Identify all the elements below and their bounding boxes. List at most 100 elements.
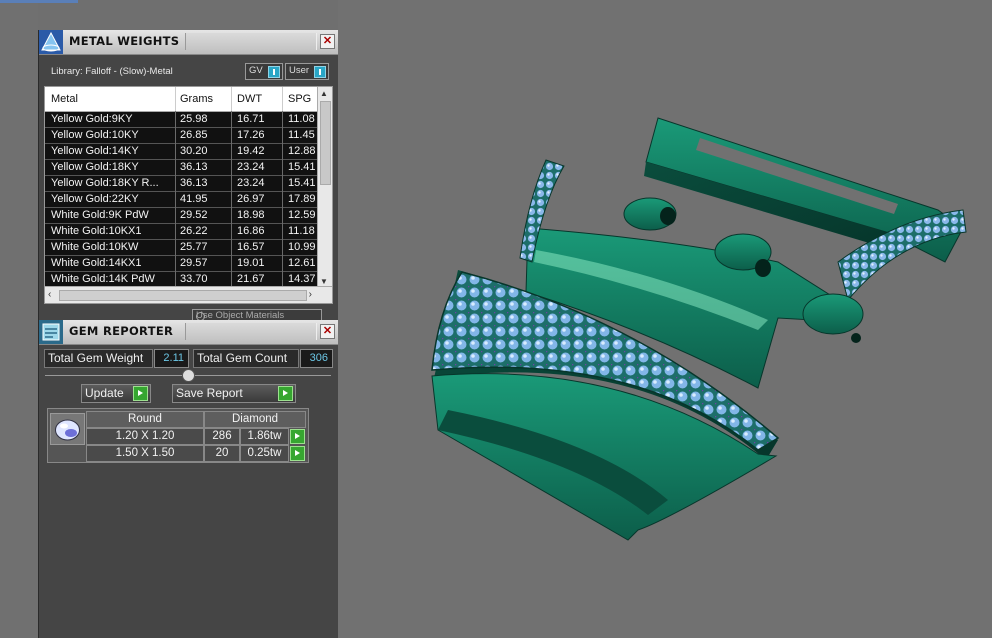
user-toggle[interactable]: User — [285, 63, 329, 80]
spg-value: 11.08 — [288, 113, 315, 125]
gem-row-count: 20 — [204, 445, 240, 462]
metal-name: White Gold:9K PdW — [51, 209, 149, 221]
metal-row[interactable]: White Gold:10KX1 26.22 16.86 11.18 — [45, 223, 317, 240]
col-header-spg[interactable]: SPG — [288, 93, 311, 105]
jewelry-model[interactable] — [338, 0, 992, 638]
cell-divider — [282, 223, 283, 239]
cell-divider — [231, 255, 232, 271]
cell-divider — [175, 159, 176, 175]
column-divider[interactable] — [282, 87, 283, 111]
metal-row[interactable]: Yellow Gold:18KY R... 36.13 23.24 15.41 — [45, 175, 317, 192]
grams-value: 30.20 — [180, 145, 208, 157]
spg-value: 14.37 — [288, 273, 316, 285]
cell-divider — [282, 207, 283, 223]
titlebar-grip[interactable] — [185, 323, 317, 340]
cell-divider — [282, 191, 283, 207]
gv-toggle-label: GV — [249, 65, 263, 76]
cell-divider — [175, 239, 176, 255]
gem-reporter-titlebar[interactable]: GEM REPORTER ✕ — [39, 320, 339, 345]
col-header-metal[interactable]: Metal — [51, 93, 78, 105]
dwt-value: 23.24 — [237, 161, 265, 173]
cell-divider — [282, 159, 283, 175]
metal-row[interactable]: White Gold:10KW 25.77 16.57 10.99 — [45, 239, 317, 256]
metal-row[interactable]: Yellow Gold:18KY 36.13 23.24 15.41 — [45, 159, 317, 176]
metal-weights-titlebar[interactable]: METAL WEIGHTS ✕ — [39, 30, 339, 55]
cell-divider — [231, 239, 232, 255]
close-icon[interactable]: ✕ — [320, 324, 335, 339]
go-arrow-icon[interactable] — [133, 386, 148, 401]
vertical-scroll-thumb[interactable] — [320, 101, 331, 185]
metal-row[interactable]: Yellow Gold:10KY 26.85 17.26 11.45 — [45, 127, 317, 144]
dwt-value: 18.98 — [237, 209, 265, 221]
horizontal-scroll-thumb[interactable] — [59, 290, 307, 301]
hinge-hole — [660, 207, 676, 225]
dwt-value: 19.42 — [237, 145, 265, 157]
metal-row[interactable]: White Gold:9K PdW 29.52 18.98 12.59 — [45, 207, 317, 224]
scroll-left-icon[interactable]: ‹ — [48, 289, 51, 300]
cell-divider — [175, 191, 176, 207]
scroll-down-icon[interactable]: ▼ — [320, 277, 328, 286]
cell-divider — [175, 223, 176, 239]
col-header-grams[interactable]: Grams — [180, 93, 213, 105]
gem-row-weight: 0.25tw — [240, 445, 289, 462]
3d-viewport[interactable] — [338, 0, 992, 638]
save-report-button[interactable]: Save Report — [172, 384, 296, 403]
metal-weights-panel: METAL WEIGHTS ✕ Library: Falloff - (Slow… — [38, 30, 340, 324]
round-gem-icon[interactable] — [50, 413, 85, 445]
dwt-value: 19.01 — [237, 257, 265, 269]
hinge-hole — [755, 259, 771, 277]
gem-row-size: 1.20 X 1.20 — [86, 428, 204, 445]
go-arrow-icon[interactable] — [278, 386, 293, 401]
metal-row[interactable]: Yellow Gold:22KY 41.95 26.97 17.89 — [45, 191, 317, 208]
cell-divider — [175, 175, 176, 191]
column-divider[interactable] — [175, 87, 176, 111]
close-icon[interactable]: ✕ — [320, 34, 335, 49]
metal-name: White Gold:10KW — [51, 241, 139, 253]
hinge-barrel — [802, 293, 864, 335]
gem-reporter-title: GEM REPORTER — [69, 324, 174, 338]
grams-value: 33.70 — [180, 273, 208, 285]
cell-divider — [282, 111, 283, 127]
metal-weights-title: METAL WEIGHTS — [69, 34, 180, 48]
total-gem-weight-value: 2.11 — [154, 349, 189, 368]
spg-value: 12.88 — [288, 145, 316, 157]
gem-count-text: 286 — [212, 430, 232, 442]
go-arrow-icon[interactable] — [290, 446, 305, 461]
cell-divider — [175, 127, 176, 143]
total-gem-count-value: 306 — [300, 349, 333, 368]
gv-toggle[interactable]: GV — [245, 63, 283, 80]
metal-row[interactable]: White Gold:14KX1 29.57 19.01 12.61 — [45, 255, 317, 272]
cell-divider — [282, 175, 283, 191]
library-label: Library: Falloff - (Slow)-Metal — [51, 66, 173, 77]
horizontal-scrollbar[interactable]: ‹ › — [45, 286, 332, 303]
total-gem-count-number: 306 — [309, 352, 328, 364]
grams-value: 36.13 — [180, 161, 208, 173]
cell-divider — [231, 127, 232, 143]
titlebar-grip[interactable] — [185, 33, 317, 50]
column-divider[interactable] — [231, 87, 232, 111]
spg-value: 17.89 — [288, 193, 316, 205]
scroll-right-icon[interactable]: › — [309, 289, 312, 300]
gem-reporter-icon — [39, 320, 63, 344]
metal-row[interactable]: Yellow Gold:9KY 25.98 16.71 11.08 — [45, 111, 317, 128]
cell-divider — [231, 191, 232, 207]
save-report-button-label: Save Report — [176, 386, 243, 400]
top-tab-strip — [0, 0, 78, 3]
go-arrow-icon[interactable] — [290, 429, 305, 444]
splitter-handle[interactable] — [182, 369, 195, 382]
gem-header-material: Diamond — [204, 411, 306, 428]
dwt-value: 23.24 — [237, 177, 265, 189]
gem-header-shape-text: Round — [128, 413, 162, 425]
metal-name: Yellow Gold:18KY — [51, 161, 139, 173]
toggle-switch-icon — [268, 66, 280, 78]
left-gutter — [0, 0, 38, 638]
toggle-switch-icon — [314, 66, 326, 78]
metal-row[interactable]: Yellow Gold:14KY 30.20 19.42 12.88 — [45, 143, 317, 160]
scroll-up-icon[interactable]: ▲ — [320, 89, 328, 98]
vertical-scrollbar[interactable]: ▲ ▼ — [317, 87, 332, 287]
col-header-dwt[interactable]: DWT — [237, 93, 262, 105]
update-button[interactable]: Update — [81, 384, 151, 403]
metal-name: Yellow Gold:10KY — [51, 129, 139, 141]
dwt-value: 21.67 — [237, 273, 265, 285]
hinge-hole — [851, 333, 861, 343]
